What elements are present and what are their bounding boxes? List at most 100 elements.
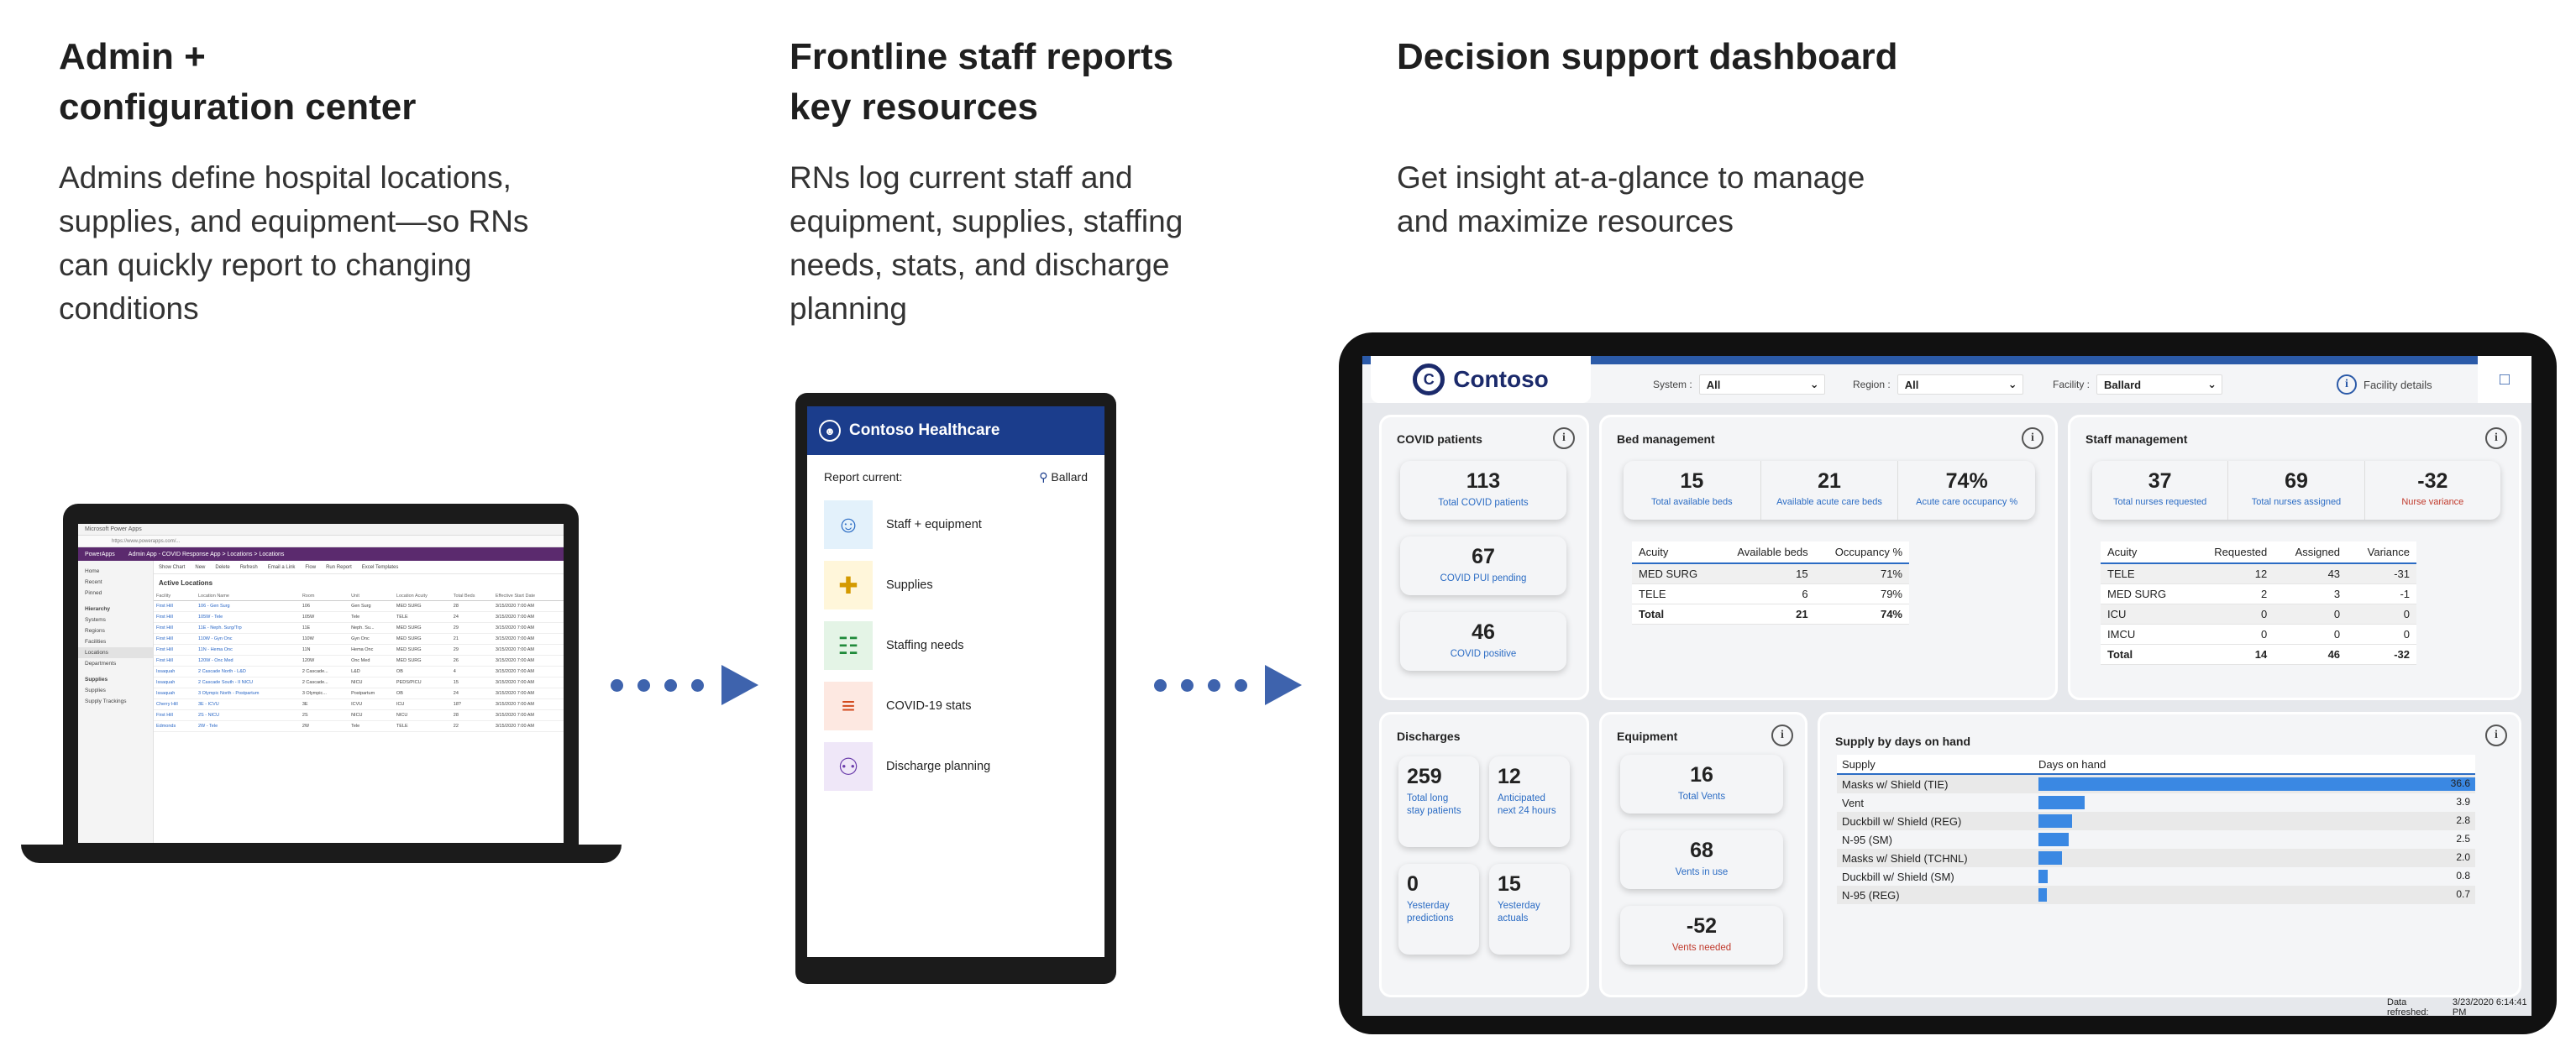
table-cell[interactable]: Issaquah [154, 677, 196, 688]
table-cell[interactable]: 3E - ICVU [196, 698, 300, 710]
kpi-value: 21 [1818, 469, 1841, 493]
supply-row[interactable]: N-95 (REG) 0.7 [1837, 886, 2475, 904]
nav-item-systems[interactable]: Systems [78, 615, 153, 625]
table-cell[interactable]: Issaquah [154, 688, 196, 699]
table-cell[interactable]: First Hill [154, 644, 196, 656]
info-icon[interactable]: i [2485, 427, 2507, 449]
system-dropdown[interactable]: All ⌄ [1698, 374, 1825, 395]
column-header[interactable]: Occupancy % [1814, 541, 1909, 564]
table-cell[interactable]: Cherry Hill [154, 698, 196, 710]
breadcrumb[interactable]: Admin App - COVID Response App > Locatio… [129, 552, 285, 557]
column-header[interactable]: Room [299, 592, 349, 601]
facility-details-button[interactable]: i Facility details [2337, 374, 2432, 395]
table-cell[interactable]: First Hill [154, 622, 196, 634]
table-row[interactable]: Issaquah 2 Cascade South - II NICU 2 Casca… [154, 677, 564, 688]
supply-col-header[interactable]: Supply [1837, 758, 2038, 771]
nav-item-facilities[interactable]: Facilities [78, 636, 153, 647]
column-header[interactable]: Assigned [2274, 541, 2348, 564]
table-row[interactable]: First Hill 120W - Onc Med 120W Onc Med MED S… [154, 655, 564, 667]
column-header[interactable]: Facility [154, 592, 196, 601]
table-cell[interactable]: 2 Cascade North - L&D [196, 666, 300, 677]
table-row[interactable]: First Hill 2S - NICU 2S NICU NICU 28 3/15/2020… [154, 709, 564, 721]
supply-row[interactable]: N-95 (SM) 2.5 [1837, 830, 2475, 849]
column-header[interactable]: Acuity [1632, 541, 1717, 564]
table-cell[interactable]: First Hill [154, 709, 196, 721]
nav-item-supply-trackings[interactable]: Supply Trackings [78, 696, 153, 707]
facility-dropdown[interactable]: Ballard ⌄ [2096, 374, 2223, 395]
cmd-refresh[interactable]: Refresh [240, 565, 258, 570]
table-cell[interactable]: 2W - Tele [196, 720, 300, 732]
table-cell[interactable]: First Hill [154, 611, 196, 623]
table-cell[interactable]: 3 Olympic North - Postpartum [196, 688, 300, 699]
table-row[interactable]: Cherry Hill 3E - ICVU 3E ICVU ICU 18? 3/15/202… [154, 698, 564, 710]
nav-item-supplies[interactable]: Supplies [78, 685, 153, 696]
table-cell[interactable]: First Hill [154, 655, 196, 667]
table-row[interactable]: First Hill 110W - Gyn Onc 110W Gyn Onc MED S… [154, 633, 564, 645]
app-name[interactable]: PowerApps [85, 552, 115, 557]
info-icon[interactable]: i [2485, 725, 2507, 746]
cmd-flow[interactable]: Flow [305, 565, 316, 570]
column-header[interactable]: Total Beds [450, 592, 493, 601]
table-cell[interactable]: 106 - Gen Surg [196, 600, 300, 612]
table-cell[interactable]: First Hill [154, 600, 196, 612]
nav-item-pinned[interactable]: Pinned [78, 588, 153, 599]
facility-picker[interactable]: ⚲ Ballard [1039, 470, 1088, 484]
menu-item[interactable]: ✚ Supplies [807, 555, 1104, 615]
view-title[interactable]: Active Locations [154, 574, 564, 592]
column-header[interactable]: Requested [2190, 541, 2274, 564]
cmd-run-report[interactable]: Run Report [326, 565, 352, 570]
supply-row[interactable]: Duckbill w/ Shield (REG) 2.8 [1837, 812, 2475, 830]
table-row[interactable]: Edmonds 2W - Tele 2W Tele TELE 22 3/15/2020 7:… [154, 720, 564, 732]
column-header[interactable]: Acuity [2101, 541, 2191, 564]
nav-item-regions[interactable]: Regions [78, 625, 153, 636]
table-row[interactable]: First Hill 105W - Tele 105W Tele TELE 24 3/15/… [154, 611, 564, 623]
avatar-icon[interactable]: ☻ [819, 420, 841, 442]
cmd-delete[interactable]: Delete [215, 565, 229, 570]
table-cell[interactable]: 11N - Hema Onc [196, 644, 300, 656]
column-header[interactable]: Variance [2347, 541, 2416, 564]
column-header[interactable]: Unit [349, 592, 394, 601]
info-icon[interactable]: i [2022, 427, 2043, 449]
table-row[interactable]: Issaquah 2 Cascade North - L&D 2 Cascade..… [154, 666, 564, 677]
menu-item[interactable]: ⚇ Discharge planning [807, 736, 1104, 797]
days-col-header[interactable]: Days on hand [2038, 758, 2106, 771]
table-cell[interactable]: Edmonds [154, 720, 196, 732]
table-row[interactable]: First Hill 11N - Hema Onc 11N Hema Onc MED S… [154, 644, 564, 656]
table-cell[interactable]: 110W - Gyn Onc [196, 633, 300, 645]
cmd-show-chart[interactable]: Show Chart [159, 565, 185, 570]
cmd-new[interactable]: New [195, 565, 205, 570]
supply-row[interactable]: Masks w/ Shield (TIE) 36.6 [1837, 775, 2475, 793]
column-header[interactable]: Available beds [1716, 541, 1815, 564]
table-row[interactable]: First Hill 11E - Neph. Surg/Trp 11E Neph. S… [154, 622, 564, 634]
nav-item-recent[interactable]: Recent [78, 577, 153, 588]
column-header[interactable]: Location Acuity [393, 592, 451, 601]
browser-url-bar[interactable]: https://www.powerapps.com/... [78, 536, 564, 547]
menu-item[interactable]: ☷ Staffing needs [807, 615, 1104, 676]
table-cell[interactable]: 11E - Neph. Surg/Trp [196, 622, 300, 634]
table-row[interactable]: Issaquah 3 Olympic North - Postpartum 3 Ol… [154, 688, 564, 699]
table-cell[interactable]: Issaquah [154, 666, 196, 677]
table-cell[interactable]: 2S - NICU [196, 709, 300, 721]
region-dropdown[interactable]: All ⌄ [1897, 374, 2023, 395]
column-header[interactable]: Effective Start Date [492, 592, 564, 601]
table-row[interactable]: First Hill 106 - Gen Surg 106 Gen Surg MED S… [154, 600, 564, 612]
menu-item[interactable]: ☺ Staff + equipment [807, 494, 1104, 555]
table-cell[interactable]: 105W - Tele [196, 611, 300, 623]
table-cell[interactable]: 2 Cascade South - II NICU [196, 677, 300, 688]
info-icon[interactable]: i [1771, 725, 1793, 746]
nav-item-departments[interactable]: Departments [78, 658, 153, 669]
chat-icon[interactable]: □ [2478, 356, 2531, 403]
info-icon[interactable]: i [1553, 427, 1575, 449]
menu-item[interactable]: ≡ COVID-19 stats [807, 676, 1104, 736]
cmd-excel-templates[interactable]: Excel Templates [362, 565, 399, 570]
supply-row[interactable]: Masks w/ Shield (TCHNL) 2.0 [1837, 849, 2475, 867]
column-header[interactable]: Location Name [196, 592, 300, 601]
supply-row[interactable]: Vent 3.9 [1837, 793, 2475, 812]
nav-item-home[interactable]: Home [78, 566, 153, 577]
supply-row[interactable]: Duckbill w/ Shield (SM) 0.8 [1837, 867, 2475, 886]
nav-item-locations[interactable]: Locations [78, 647, 153, 658]
cmd-email-link[interactable]: Email a Link [268, 565, 296, 570]
table-cell[interactable]: 120W - Onc Med [196, 655, 300, 667]
table-cell[interactable]: First Hill [154, 633, 196, 645]
browser-tab[interactable]: Microsoft Power Apps [78, 524, 564, 536]
